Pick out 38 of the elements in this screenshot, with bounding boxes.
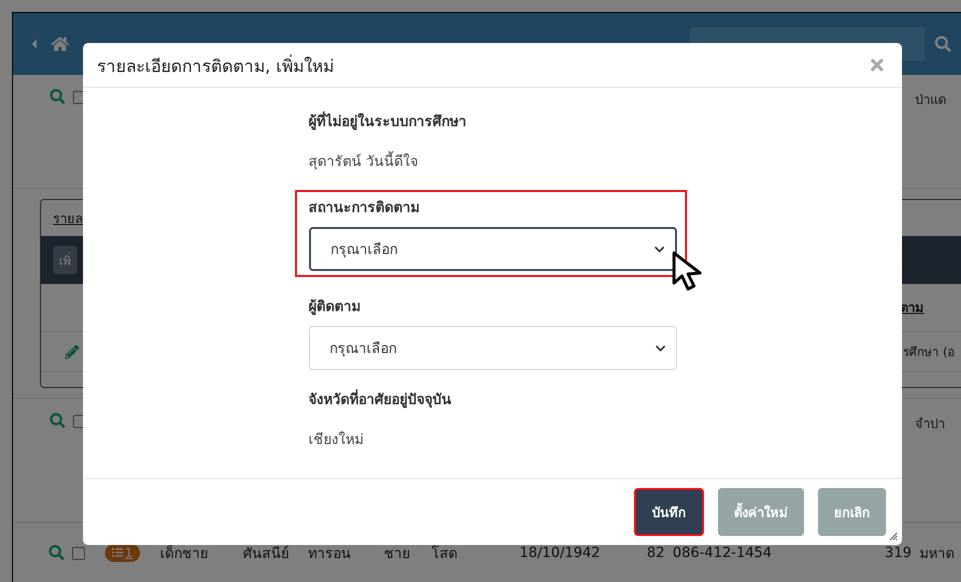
field-label: ผู้ติดตาม (308, 298, 362, 317)
table-cell-text: 086-412-1454 (672, 544, 773, 560)
dialog-title: รายละเอียดการติดตาม, เพิ่มใหม่ (97, 54, 334, 78)
select-field[interactable]: กรุณาเลือก (308, 227, 676, 271)
chevron-down-icon (654, 244, 664, 254)
search-icon[interactable] (935, 36, 951, 52)
resize-grip-icon[interactable] (889, 532, 898, 541)
close-icon[interactable] (868, 56, 886, 74)
table-cell-text: 82 (646, 544, 666, 560)
field-label: จังหวัดที่อาศัยอยู่ปัจจุบัน (308, 388, 676, 410)
dialog-button[interactable]: ตั้งค่าใหม่ (718, 488, 804, 536)
table-cell-text: 319 (884, 544, 913, 560)
pencil-icon[interactable] (65, 344, 79, 358)
add-button[interactable]: เพิ่ (53, 246, 77, 274)
table-cell-text: ทารอน (307, 544, 352, 564)
table-cell-text: มหาด (918, 544, 956, 564)
table-cell-text: 18/10/1942 (518, 544, 602, 560)
search-icon[interactable] (50, 413, 65, 428)
card-tab[interactable]: รายล (53, 208, 83, 228)
table-cell-text: ชาย (383, 544, 412, 564)
dialog-button[interactable]: บันทึก (634, 488, 704, 536)
table-cell-text: โสด (430, 544, 459, 564)
table-cell-text: รศึกษา (อ (903, 344, 956, 361)
select-field[interactable]: กรุณาเลือก (308, 326, 676, 370)
field-value: เชียงใหม่ (308, 430, 364, 450)
table-cell-text: ป่าแด (915, 92, 947, 110)
table-cell-text: ศันสนีย์ (242, 544, 290, 564)
home-icon[interactable] (51, 35, 69, 53)
search-icon[interactable] (49, 545, 64, 560)
search-icon[interactable] (50, 89, 65, 104)
dialog-button[interactable]: ยกเลิก (818, 488, 886, 536)
table-cell-text: เด็กชาย (158, 544, 209, 564)
chevron-down-icon (654, 342, 666, 354)
field-label: ผู้ที่ไม่อยู่ในระบบการศึกษา (308, 110, 676, 132)
table-cell-text: จำปา (915, 416, 946, 434)
field-value: สุดารัตน์ วันนี้ดีใจ (308, 150, 676, 172)
row-checkbox[interactable] (72, 547, 86, 560)
field-label: สถานะการติดตาม (308, 199, 420, 218)
